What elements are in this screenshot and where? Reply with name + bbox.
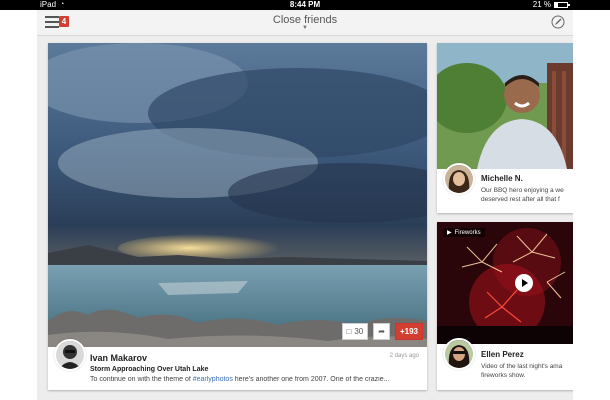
post-text: Our BBQ hero enjoying a we — [481, 187, 564, 194]
comment-count: 30 — [354, 327, 364, 336]
post-text: To continue on with the theme of #earlyp… — [90, 376, 390, 383]
hashtag-link[interactable]: #earlyphotos — [193, 376, 233, 383]
main-post-card[interactable]: □ 30 ➦ +193 Ivan Makarov 2 days ago Stor… — [48, 43, 427, 390]
comment-button[interactable]: □ 30 — [341, 323, 369, 340]
post-timestamp: 2 days ago — [389, 353, 419, 359]
google-plus-app: 4 Close friends ▼ □ 30 ➦ +193 Ivan Makar… — [37, 10, 573, 400]
side-post-card[interactable]: Michelle N. Our BBQ hero enjoying a we d… — [437, 43, 573, 213]
share-button[interactable]: ➦ — [373, 323, 390, 340]
author-name[interactable]: Michelle N. — [481, 174, 523, 183]
fireworks-video-thumbnail[interactable]: ▶ Fireworks — [437, 222, 573, 344]
post-author-row: Ivan Makarov 2 days ago Storm Approachin… — [48, 339, 427, 390]
author-name[interactable]: Ellen Perez — [481, 350, 524, 359]
clock: 8:44 PM — [289, 0, 321, 9]
storm-photo[interactable] — [48, 43, 427, 347]
top-bar: 4 Close friends ▼ — [37, 10, 573, 36]
avatar[interactable] — [443, 338, 475, 370]
compose-icon[interactable] — [551, 15, 565, 29]
battery-icon — [554, 2, 570, 8]
side-post-card[interactable]: ▶ Fireworks Ellen Perez Video of the las… — [437, 222, 573, 390]
plus-one-count: +193 — [399, 327, 418, 336]
comment-icon: □ — [346, 327, 352, 336]
avatar[interactable] — [443, 163, 475, 195]
plus-one-button[interactable]: +193 — [394, 323, 423, 340]
post-actions: □ 30 ➦ +193 — [341, 323, 423, 340]
status-bar: iPad ◔ 8:44 PM 21 % — [0, 0, 610, 10]
chevron-down-icon: ▼ — [302, 25, 308, 31]
battery-text: 21 % — [532, 0, 551, 9]
author-name[interactable]: Ivan Makarov — [90, 353, 147, 363]
fireworks-tag: ▶ Fireworks — [443, 228, 485, 237]
stream-selector[interactable]: Close friends ▼ — [37, 14, 573, 31]
share-icon: ➦ — [378, 327, 385, 336]
video-icon: ▶ — [447, 230, 452, 236]
post-text: Video of the last night's ama — [481, 363, 563, 370]
bbq-photo[interactable] — [437, 43, 573, 169]
avatar[interactable] — [54, 339, 86, 371]
post-title: Storm Approaching Over Utah Lake — [90, 366, 209, 373]
tag-label: Fireworks — [454, 229, 481, 236]
play-icon[interactable] — [515, 274, 533, 292]
post-text: deserved rest after all that f — [481, 196, 560, 203]
post-text: fireworks show. — [481, 372, 526, 379]
